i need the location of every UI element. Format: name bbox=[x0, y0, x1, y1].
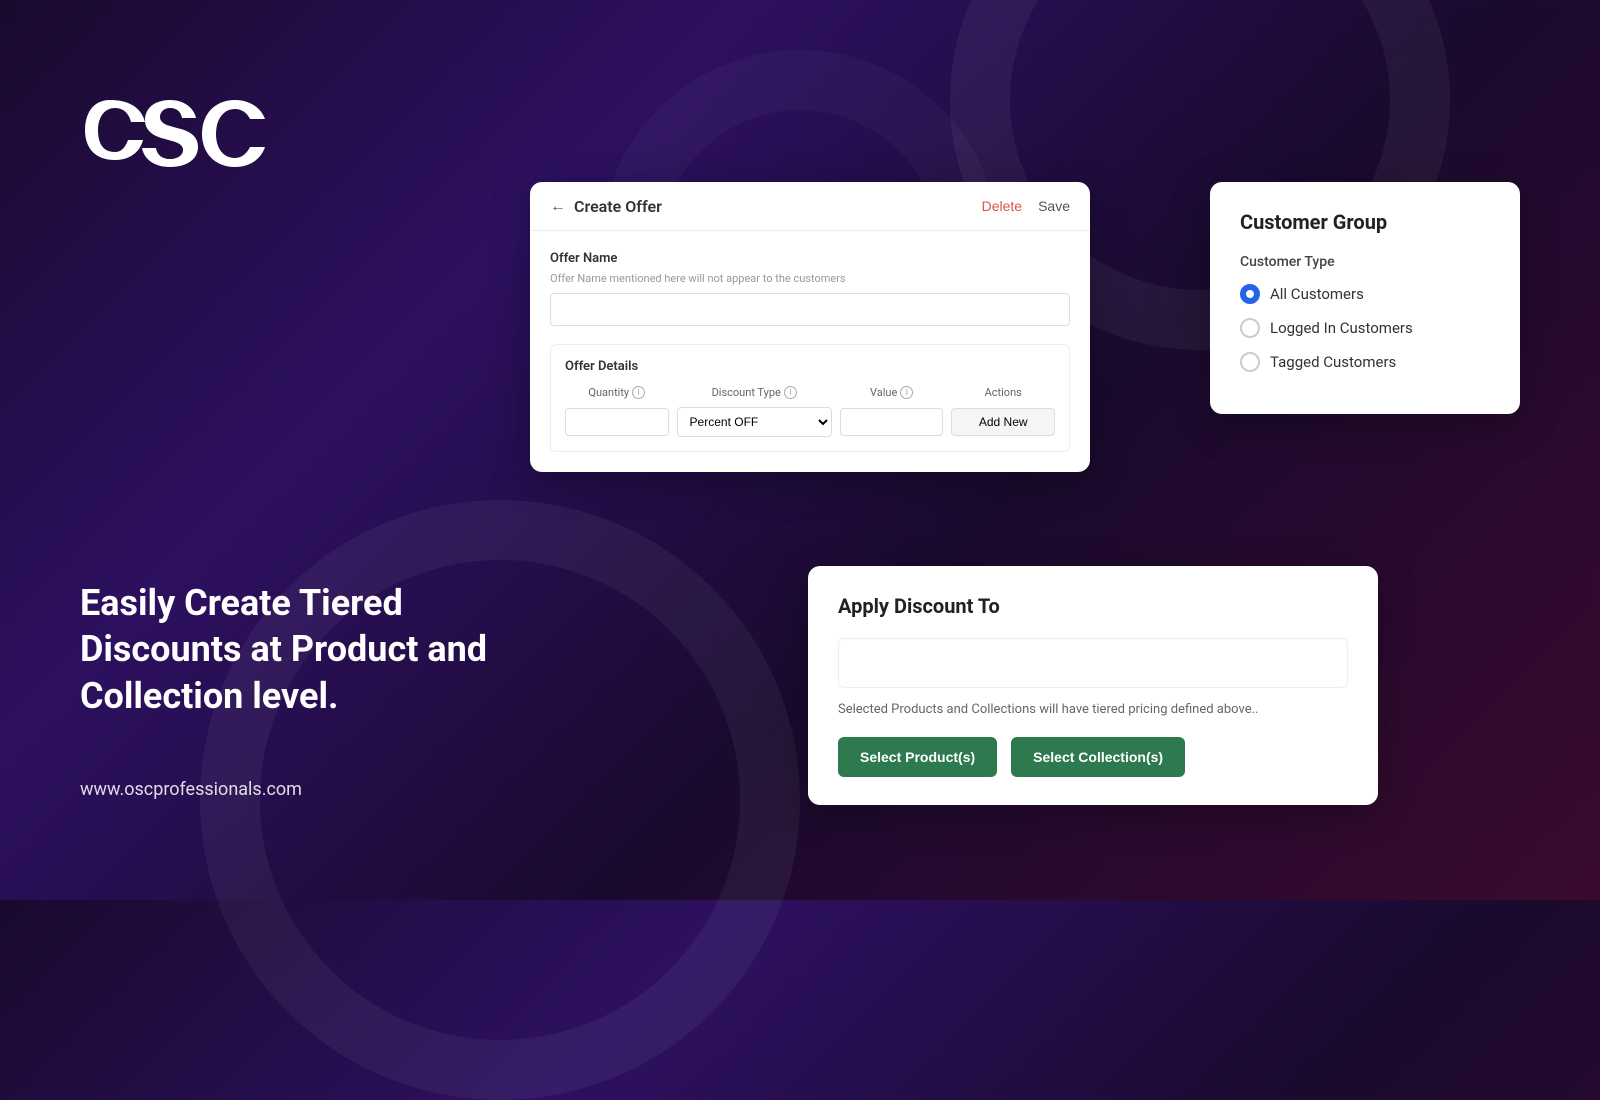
radio-logged-in-label: Logged In Customers bbox=[1270, 319, 1413, 337]
radio-tagged-customers[interactable]: Tagged Customers bbox=[1240, 352, 1490, 372]
save-button[interactable]: Save bbox=[1038, 198, 1070, 214]
add-new-button[interactable]: Add New bbox=[951, 408, 1055, 436]
discount-type-info-icon: i bbox=[784, 386, 797, 399]
customer-group-card: Customer Group Customer Type All Custome… bbox=[1210, 182, 1520, 414]
table-row: Percent OFF Fixed Amount Add New bbox=[565, 407, 1055, 437]
radio-tagged-label: Tagged Customers bbox=[1270, 353, 1396, 371]
select-collections-button[interactable]: Select Collection(s) bbox=[1011, 737, 1185, 777]
value-info-icon: i bbox=[900, 386, 913, 399]
table-header: Quantity i Discount Type i Value i Actio… bbox=[565, 386, 1055, 399]
offer-name-input[interactable] bbox=[550, 293, 1070, 326]
tagline: Easily Create Tiered Discounts at Produc… bbox=[80, 580, 487, 720]
offer-name-label: Offer Name bbox=[550, 251, 1070, 266]
quantity-info-icon: i bbox=[632, 386, 645, 399]
logo bbox=[80, 80, 280, 184]
delete-button[interactable]: Delete bbox=[982, 198, 1022, 214]
radio-tagged-circle bbox=[1240, 352, 1260, 372]
col-quantity: Quantity i bbox=[565, 386, 669, 399]
card-title: Create Offer bbox=[574, 197, 662, 216]
offer-details-section: Offer Details Quantity i Discount Type i… bbox=[550, 344, 1070, 452]
discount-buttons: Select Product(s) Select Collection(s) bbox=[838, 737, 1348, 777]
select-products-button[interactable]: Select Product(s) bbox=[838, 737, 997, 777]
card-header-left: ← Create Offer bbox=[550, 196, 662, 216]
radio-all-customers[interactable]: All Customers bbox=[1240, 284, 1490, 304]
apply-discount-card: Apply Discount To Selected Products and … bbox=[808, 566, 1378, 805]
radio-all-circle bbox=[1240, 284, 1260, 304]
discount-content-area bbox=[838, 638, 1348, 688]
radio-logged-in-customers[interactable]: Logged In Customers bbox=[1240, 318, 1490, 338]
discount-type-select[interactable]: Percent OFF Fixed Amount bbox=[677, 407, 832, 437]
radio-logged-in-circle bbox=[1240, 318, 1260, 338]
create-offer-card: ← Create Offer Delete Save Offer Name Of… bbox=[530, 182, 1090, 472]
card-header-actions: Delete Save bbox=[982, 198, 1070, 214]
value-input[interactable] bbox=[840, 408, 944, 436]
customer-type-label: Customer Type bbox=[1240, 254, 1490, 270]
quantity-input[interactable] bbox=[565, 408, 669, 436]
back-icon[interactable]: ← bbox=[550, 196, 566, 216]
offer-name-hint: Offer Name mentioned here will not appea… bbox=[550, 272, 1070, 285]
offer-details-title: Offer Details bbox=[565, 359, 1055, 374]
apply-discount-title: Apply Discount To bbox=[838, 594, 1348, 618]
col-actions: Actions bbox=[951, 386, 1055, 399]
website-url: www.oscprofessionals.com bbox=[80, 779, 302, 800]
discount-hint: Selected Products and Collections will h… bbox=[838, 702, 1348, 717]
col-value: Value i bbox=[840, 386, 944, 399]
card-body: Offer Name Offer Name mentioned here wil… bbox=[530, 231, 1090, 472]
customer-group-title: Customer Group bbox=[1240, 210, 1490, 234]
col-discount-type: Discount Type i bbox=[677, 386, 832, 399]
card-header: ← Create Offer Delete Save bbox=[530, 182, 1090, 231]
radio-all-label: All Customers bbox=[1270, 285, 1364, 303]
